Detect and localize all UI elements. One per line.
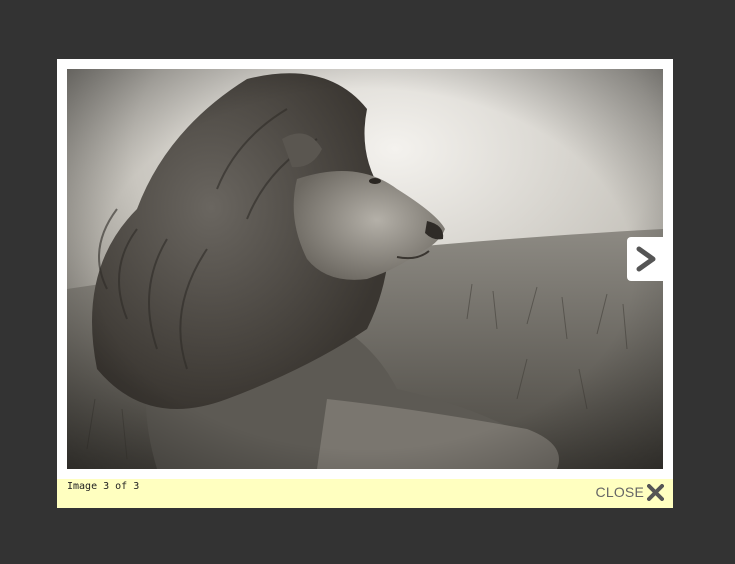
caption-bar: Image 3 of 3 CLOSE xyxy=(57,479,673,508)
lion-photo xyxy=(67,69,663,469)
close-button[interactable]: CLOSE xyxy=(596,481,664,503)
close-icon xyxy=(647,483,664,501)
lightbox-overlay[interactable]: Image 3 of 3 CLOSE xyxy=(0,0,735,564)
close-label: CLOSE xyxy=(595,484,644,500)
chevron-right-icon xyxy=(627,237,663,281)
image-counter: Image 3 of 3 xyxy=(67,481,140,492)
next-image-button[interactable] xyxy=(627,237,663,281)
lightbox-image xyxy=(67,69,663,469)
lightbox-container: Image 3 of 3 CLOSE xyxy=(57,59,673,508)
